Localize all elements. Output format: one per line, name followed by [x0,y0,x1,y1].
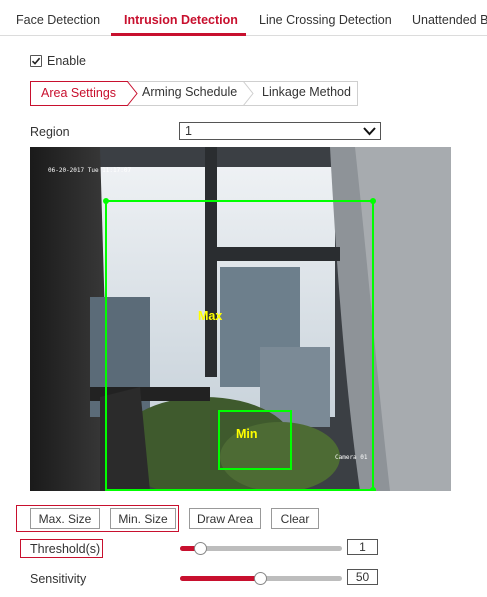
tab-intrusion-detection[interactable]: Intrusion Detection [124,13,238,27]
video-preview[interactable]: 06-20-2017 Tue 11:17:07 Camera 01 Max Mi… [30,147,451,491]
draw-area-button[interactable]: Draw Area [189,508,261,529]
max-size-button[interactable]: Max. Size [30,508,100,529]
tab-line-crossing-detection[interactable]: Line Crossing Detection [259,13,392,27]
region-label: Region [30,125,70,139]
settings-subtabs: Area Settings Arming Schedule Linkage Me… [30,81,358,106]
threshold-slider[interactable] [180,542,342,555]
subtab-linkage-method[interactable]: Linkage Method [262,81,351,106]
checkmark-icon [31,57,41,65]
enable-label: Enable [47,54,86,68]
region-select[interactable]: 1 [179,122,381,140]
clear-button[interactable]: Clear [271,508,319,529]
subtab-active-arrow-icon [127,81,138,106]
min-size-button[interactable]: Min. Size [110,508,176,529]
subtab-right-border [357,81,358,106]
sensitivity-slider-fill [180,576,261,581]
detection-tab-bar: Face Detection Intrusion Detection Line … [0,0,487,36]
sensitivity-label: Sensitivity [30,572,87,586]
threshold-value-field[interactable]: 1 [347,539,378,555]
sensitivity-slider[interactable] [180,572,342,585]
chevron-down-icon [363,127,376,136]
sensitivity-slider-thumb[interactable] [254,572,267,585]
sensitivity-value-field[interactable]: 50 [347,569,378,585]
tab-unattended-baggage[interactable]: Unattended B [412,13,487,27]
region-value: 1 [185,124,192,138]
subtab-area-settings[interactable]: Area Settings [30,81,128,106]
max-size-handle [370,198,376,204]
enable-toggle[interactable]: Enable [30,54,86,68]
subtab-separator-icon [243,81,254,106]
max-size-rectangle [105,200,374,491]
max-size-label: Max [198,309,223,323]
max-size-handle [370,487,376,491]
enable-checkbox[interactable] [30,55,42,67]
max-size-handle [103,198,109,204]
threshold-label: Threshold(s) [30,542,101,556]
active-tab-indicator [111,33,246,36]
subtab-arming-schedule[interactable]: Arming Schedule [142,81,237,106]
min-size-label: Min [236,427,258,441]
threshold-slider-thumb[interactable] [194,542,207,555]
tab-face-detection[interactable]: Face Detection [16,13,100,27]
